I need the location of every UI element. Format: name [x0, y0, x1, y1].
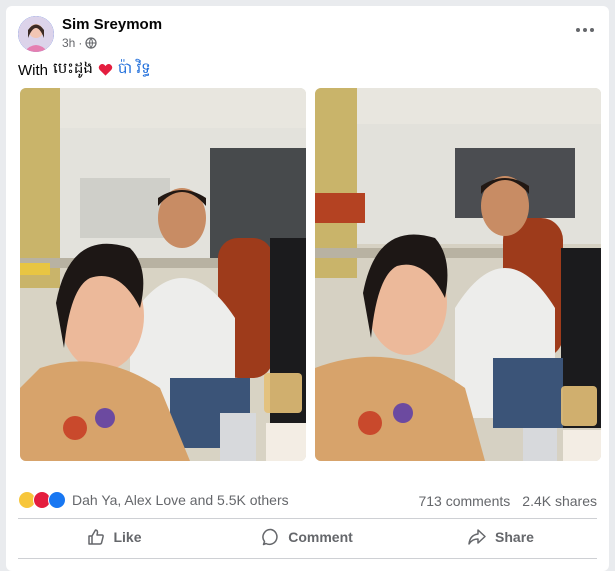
post-text-prefix: With	[18, 61, 48, 79]
heart-icon	[98, 64, 113, 76]
reactions-text[interactable]: Dah Ya, Alex Love and 5.5K others	[72, 492, 289, 508]
comments-count[interactable]: 713 comments	[418, 493, 510, 509]
post-stats: 713 comments 2.4K shares	[418, 493, 597, 509]
author-name[interactable]: Sim Sreymom	[62, 16, 162, 33]
post-time[interactable]: 3h	[62, 36, 75, 50]
shares-count[interactable]: 2.4K shares	[522, 493, 597, 509]
reactions-summary[interactable]: Dah Ya, Alex Love and 5.5K others	[18, 491, 289, 509]
divider	[18, 518, 597, 519]
share-button[interactable]: Share	[404, 522, 597, 552]
like-label: Like	[113, 529, 142, 545]
tagged-person-link[interactable]: ប៉ា វិទ្ធ	[118, 59, 151, 81]
reaction-icons	[18, 491, 66, 509]
post-card: Sim Sreymom 3h · With បេះដូង ប៉ា វិទ្ធ D…	[6, 6, 609, 571]
more-options-button[interactable]	[573, 22, 597, 38]
post-text: With បេះដូង ប៉ា វិទ្ធ	[18, 59, 151, 81]
globe-icon	[85, 37, 97, 49]
post-actions: Like Comment Share	[18, 522, 597, 552]
like-button[interactable]: Like	[18, 522, 211, 552]
share-label: Share	[495, 529, 534, 545]
post-photo-1[interactable]	[20, 88, 306, 461]
divider	[18, 558, 597, 559]
post-meta: 3h ·	[62, 36, 97, 50]
like-reaction-icon	[48, 491, 66, 509]
like-icon	[88, 529, 105, 545]
post-photo-2[interactable]	[315, 88, 601, 461]
comment-button[interactable]: Comment	[211, 522, 404, 552]
post-text-khmer: បេះដូង	[53, 60, 93, 77]
share-icon	[468, 529, 486, 545]
comment-icon	[262, 528, 278, 546]
comment-label: Comment	[288, 529, 353, 545]
author-avatar[interactable]	[18, 16, 54, 52]
more-icon	[576, 28, 594, 32]
